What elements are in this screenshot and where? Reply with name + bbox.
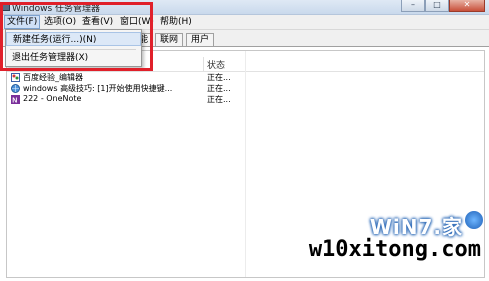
menu-bar: 文件(F) 选项(O) 查看(V) 窗口(W) 帮助(H) (0, 15, 489, 30)
column-header-status[interactable]: 状态 (207, 58, 225, 71)
watermark-logo: WiN7.家 (369, 215, 463, 239)
windows-orb-icon (465, 211, 483, 229)
task-row[interactable]: windows 高级技巧: [1]开始使用快捷键... 正在... (7, 83, 245, 94)
menu-item-exit[interactable]: 退出任务管理器(X) (6, 51, 141, 65)
file-menu-dropdown: 新建任务(运行...)(N) 退出任务管理器(X) (5, 29, 142, 67)
menu-separator (10, 49, 136, 50)
task-status: 正在... (207, 95, 231, 104)
menu-view[interactable]: 查看(V) (80, 16, 115, 28)
onenote-icon: N (11, 95, 20, 104)
menu-item-new-task[interactable]: 新建任务(运行...)(N) (6, 32, 141, 46)
task-name: 百度经验_编辑器 (23, 73, 83, 82)
window-controls: – □ ✕ (401, 0, 485, 12)
tab-users[interactable]: 用户 (186, 33, 215, 46)
task-status: 正在... (207, 84, 231, 93)
app-icon (2, 3, 10, 11)
column-divider[interactable] (203, 57, 204, 71)
task-name: 222 - OneNote (23, 94, 82, 103)
menu-window[interactable]: 窗口(W) (118, 16, 156, 28)
svg-text:N: N (12, 98, 17, 105)
watermark-url: w10xitong.com (308, 237, 481, 262)
maximize-button[interactable]: □ (425, 0, 449, 12)
title-bar: Windows 任务管理器 – □ ✕ (0, 0, 489, 15)
task-status: 正在... (207, 73, 231, 82)
paint-icon (11, 73, 20, 82)
column-guide (245, 51, 246, 277)
menu-help[interactable]: 帮助(H) (158, 16, 194, 28)
task-row[interactable]: N 222 - OneNote 正在... (7, 94, 245, 105)
menu-file[interactable]: 文件(F) (4, 15, 41, 29)
watermark: WiN7.家 w10xitong.com (283, 211, 483, 271)
tab-networking[interactable]: 联网 (155, 33, 184, 46)
task-row[interactable]: 百度经验_编辑器 正在... (7, 72, 245, 83)
menu-options[interactable]: 选项(O) (42, 16, 78, 28)
close-button[interactable]: ✕ (449, 0, 485, 12)
window-title: Windows 任务管理器 (12, 4, 101, 14)
task-name: windows 高级技巧: [1]开始使用快捷键... (23, 84, 173, 93)
globe-icon (11, 84, 20, 93)
minimize-button[interactable]: – (401, 0, 425, 12)
